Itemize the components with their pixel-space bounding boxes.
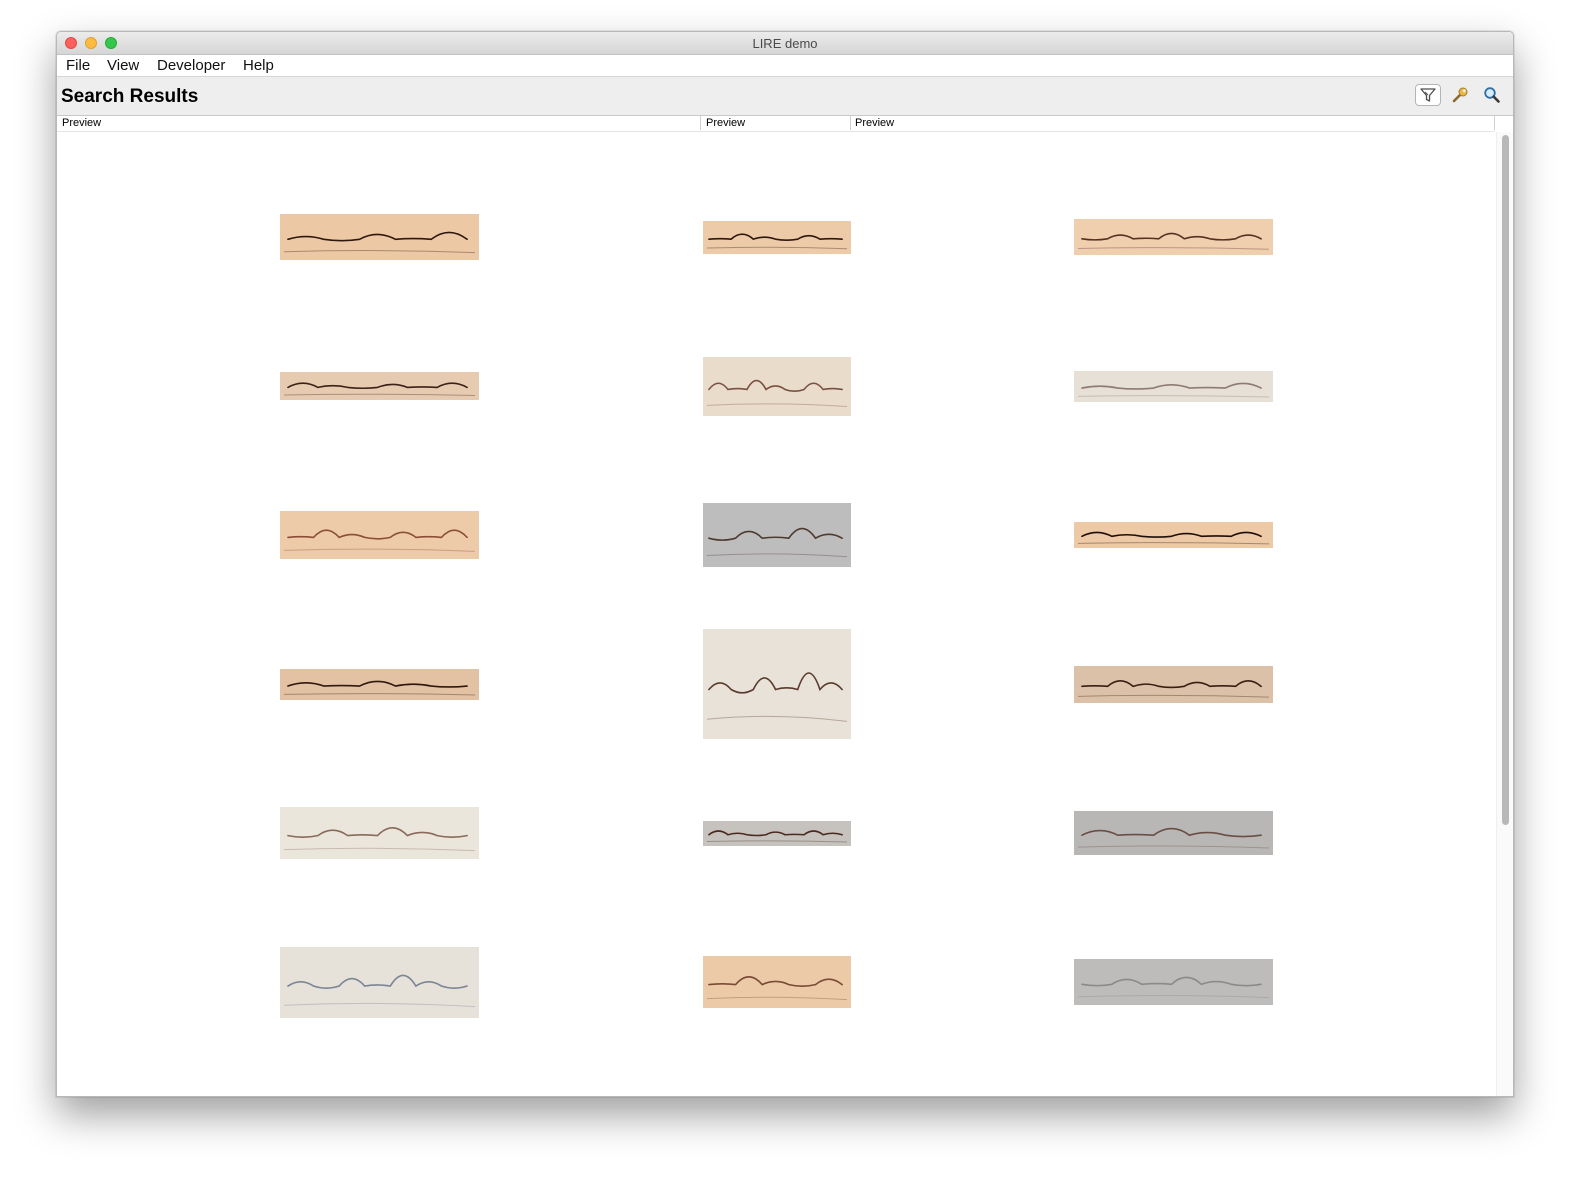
signature-thumbnail[interactable]: [703, 220, 851, 254]
menu-help[interactable]: Help: [243, 57, 274, 74]
signature-thumbnail[interactable]: [703, 956, 851, 1008]
signature-thumbnail[interactable]: [1073, 959, 1273, 1005]
signature-thumbnail[interactable]: [1073, 811, 1273, 855]
page-title: Search Results: [61, 86, 199, 107]
signature-thumbnail[interactable]: [279, 807, 479, 859]
signature-thumbnail[interactable]: [703, 629, 851, 739]
signature-thumbnail[interactable]: [279, 668, 479, 700]
signature-thumbnail[interactable]: [279, 372, 479, 400]
column-divider[interactable]: [850, 116, 851, 130]
results-header: Search Results: [57, 77, 1513, 116]
signature-thumbnail[interactable]: [1073, 370, 1273, 402]
menu-view[interactable]: View: [107, 57, 139, 74]
scrollbar-thumb[interactable]: [1502, 135, 1509, 825]
signature-thumbnail[interactable]: [279, 511, 479, 559]
results-grid: [57, 132, 1495, 1096]
signature-thumbnail[interactable]: [703, 356, 851, 416]
filter-button[interactable]: [1415, 84, 1441, 106]
column-header-1[interactable]: Preview: [62, 117, 101, 129]
signature-thumbnail[interactable]: [279, 946, 479, 1018]
signature-thumbnail[interactable]: [1073, 665, 1273, 703]
wrench-icon: [1452, 87, 1468, 103]
signature-thumbnail[interactable]: [703, 820, 851, 846]
menu-developer[interactable]: Developer: [157, 57, 225, 74]
column-divider: [1494, 116, 1495, 130]
title-bar[interactable]: LIRE demo: [57, 32, 1513, 55]
settings-button[interactable]: [1447, 84, 1473, 106]
signature-thumbnail[interactable]: [1073, 522, 1273, 548]
menu-file[interactable]: File: [66, 57, 90, 74]
table-column-header: Preview Preview Preview: [57, 116, 1495, 132]
signature-thumbnail[interactable]: [1073, 219, 1273, 255]
search-icon: [1484, 87, 1500, 103]
window-title: LIRE demo: [752, 36, 818, 51]
signature-thumbnail[interactable]: [279, 214, 479, 260]
column-divider[interactable]: [700, 116, 701, 130]
menu-bar: File View Developer Help: [57, 55, 1513, 77]
filter-icon: [1420, 88, 1436, 102]
column-header-2[interactable]: Preview: [706, 117, 745, 129]
search-button[interactable]: [1479, 84, 1505, 106]
app-window: LIRE demo File View Developer Help Searc…: [56, 31, 1514, 1097]
vertical-scrollbar[interactable]: [1496, 132, 1513, 1096]
column-header-3[interactable]: Preview: [855, 117, 894, 129]
signature-thumbnail[interactable]: [703, 503, 851, 567]
